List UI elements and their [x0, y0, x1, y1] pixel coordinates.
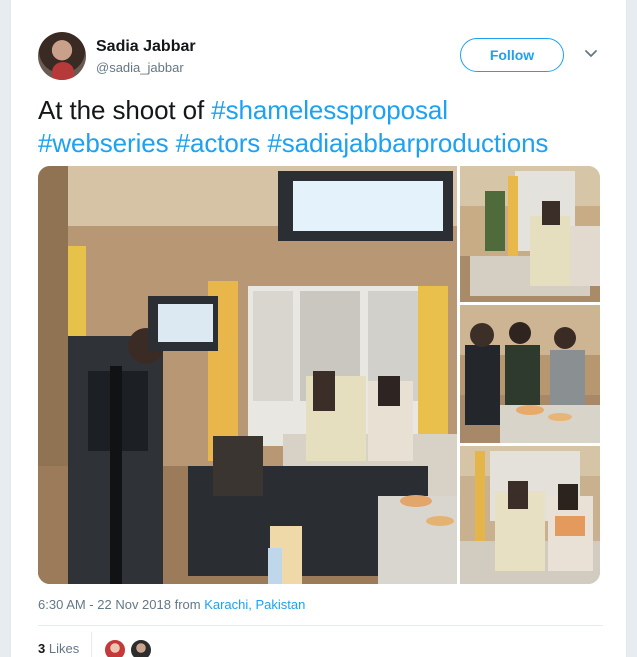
tweet-text-prefix: At the shoot of	[38, 95, 212, 125]
follow-button[interactable]: Follow	[460, 38, 564, 72]
hashtag-link[interactable]: #sadiajabbarproductions	[267, 128, 548, 158]
tweet-meta: 6:30 AM - 22 Nov 2018 from Karachi, Paki…	[38, 597, 305, 612]
likes-stat[interactable]: 3 Likes	[38, 641, 79, 656]
stats-separator	[91, 632, 92, 657]
hashtag-link[interactable]: #actors	[176, 128, 261, 158]
hashtag-link[interactable]: #shamelessproposal	[211, 95, 448, 125]
author-avatar[interactable]	[38, 32, 86, 80]
author-handle[interactable]: @sadia_jabbar	[96, 60, 184, 75]
tweet-timestamp[interactable]: 6:30 AM - 22 Nov 2018 from	[38, 597, 204, 612]
likes-count: 3	[38, 641, 46, 656]
avatar[interactable]	[129, 638, 153, 657]
tweet-text: At the shoot of #shamelessproposal #webs…	[38, 94, 603, 160]
author-name[interactable]: Sadia Jabbar	[96, 38, 196, 56]
divider	[38, 625, 603, 626]
avatar[interactable]	[103, 638, 127, 657]
tweet-location-link[interactable]: Karachi, Pakistan	[204, 597, 305, 612]
likes-label: Likes	[48, 641, 80, 656]
media-grid	[38, 166, 600, 584]
media-photo-thumb[interactable]	[460, 166, 600, 302]
hashtag-link[interactable]: #webseries	[38, 128, 169, 158]
media-photo-thumb[interactable]	[460, 305, 600, 443]
media-photo-thumb[interactable]	[460, 446, 600, 584]
chevron-down-icon[interactable]	[584, 46, 598, 60]
tweet-header: Sadia Jabbar @sadia_jabbar Follow	[38, 32, 603, 82]
media-photo-main[interactable]	[38, 166, 457, 584]
tweet-card: Sadia Jabbar @sadia_jabbar Follow At the…	[10, 0, 627, 657]
